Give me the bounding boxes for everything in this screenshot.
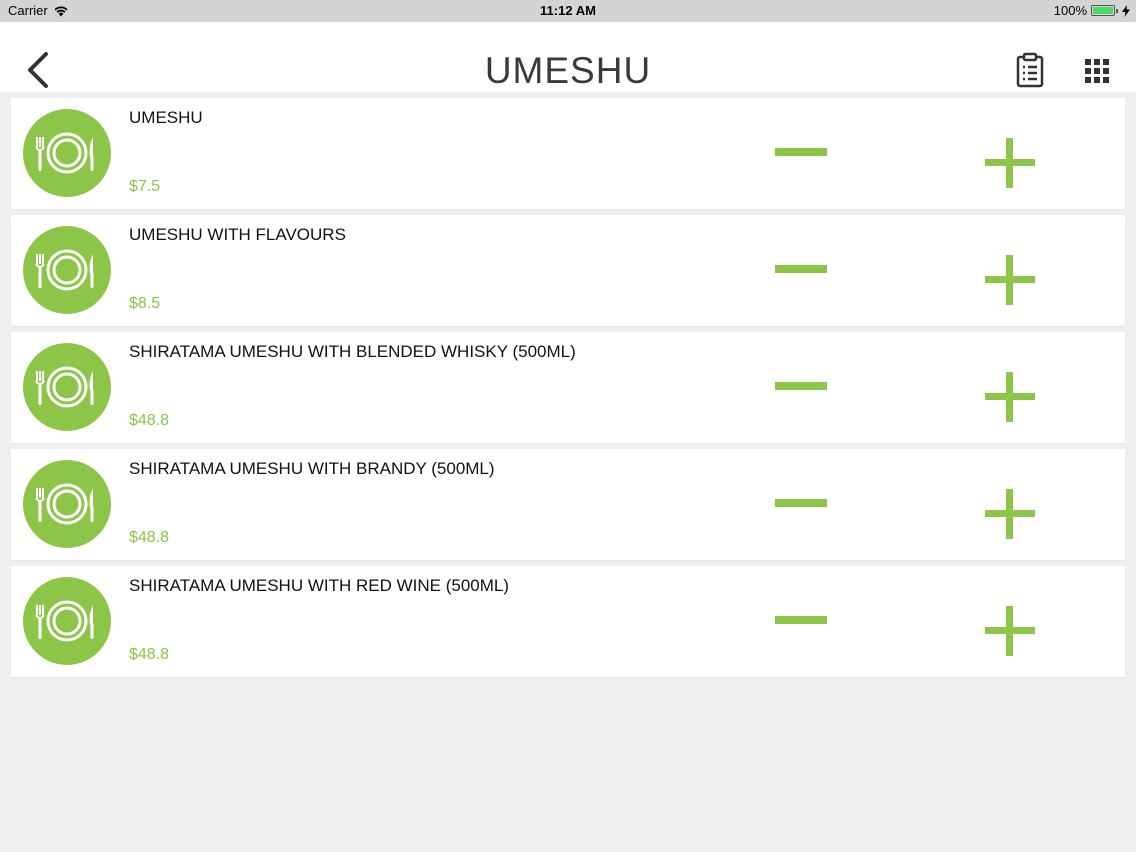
increase-quantity-button[interactable]	[983, 604, 1037, 658]
status-time: 11:12 AM	[540, 3, 596, 18]
menu-item-list: UMESHU $7.5 UMESHU WITH FLAVOURS $8.5 SH…	[11, 98, 1125, 683]
decrease-quantity-button[interactable]	[773, 254, 829, 286]
item-price: $48.8	[129, 646, 170, 663]
item-name: UMESHU	[129, 108, 203, 127]
item-name: SHIRATAMA UMESHU WITH RED WINE (500ML)	[129, 576, 510, 595]
menu-grid-button[interactable]	[1082, 56, 1112, 86]
decrease-quantity-button[interactable]	[773, 605, 829, 637]
status-right: 100%	[1054, 3, 1130, 18]
plate-cutlery-icon	[23, 109, 111, 197]
status-bar: Carrier 11:12 AM 100%	[0, 0, 1136, 22]
increase-quantity-button[interactable]	[983, 136, 1037, 190]
increase-quantity-button[interactable]	[983, 253, 1037, 307]
minus-icon	[775, 382, 827, 390]
decrease-quantity-button[interactable]	[773, 371, 829, 403]
navigation-bar: UMESHU	[0, 22, 1136, 92]
item-price: $7.5	[129, 178, 161, 195]
clipboard-icon	[1016, 52, 1044, 88]
plate-cutlery-icon	[23, 460, 111, 548]
list-item: SHIRATAMA UMESHU WITH BLENDED WHISKY (50…	[11, 332, 1125, 443]
grid-icon	[1085, 59, 1109, 83]
plate-cutlery-icon	[23, 226, 111, 314]
list-item: UMESHU WITH FLAVOURS $8.5	[11, 215, 1125, 326]
plate-cutlery-icon	[23, 343, 111, 431]
plate-cutlery-icon	[23, 577, 111, 665]
increase-quantity-button[interactable]	[983, 487, 1037, 541]
decrease-quantity-button[interactable]	[773, 137, 829, 169]
page-title: UMESHU	[484, 50, 652, 91]
item-price: $48.8	[129, 412, 170, 429]
minus-icon	[775, 616, 827, 624]
item-price: $48.8	[129, 529, 170, 546]
minus-icon	[775, 499, 827, 507]
item-name: SHIRATAMA UMESHU WITH BLENDED WHISKY (50…	[129, 342, 576, 361]
list-item: UMESHU $7.5	[11, 98, 1125, 209]
minus-icon	[775, 265, 827, 273]
item-name: SHIRATAMA UMESHU WITH BRANDY (500ML)	[129, 459, 495, 478]
increase-quantity-button[interactable]	[983, 370, 1037, 424]
list-item: SHIRATAMA UMESHU WITH BRANDY (500ML) $48…	[11, 449, 1125, 560]
battery-percent: 100%	[1053, 3, 1087, 18]
minus-icon	[775, 148, 827, 156]
item-name: UMESHU WITH FLAVOURS	[129, 225, 346, 244]
item-price: $8.5	[129, 295, 161, 312]
charging-bolt-icon	[1122, 4, 1130, 17]
order-list-button[interactable]	[1014, 52, 1046, 88]
battery-icon	[1091, 5, 1118, 16]
decrease-quantity-button[interactable]	[773, 488, 829, 520]
list-item: SHIRATAMA UMESHU WITH RED WINE (500ML) $…	[11, 566, 1125, 677]
